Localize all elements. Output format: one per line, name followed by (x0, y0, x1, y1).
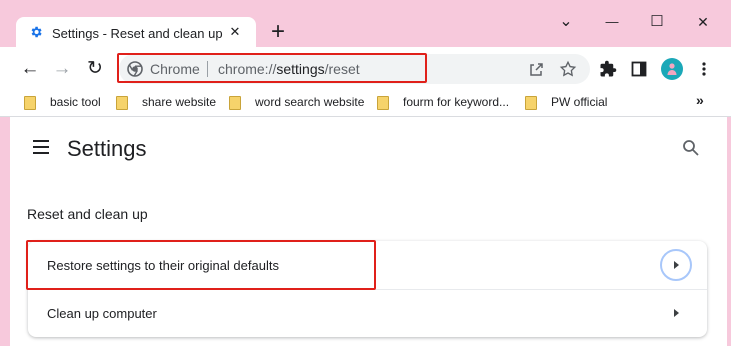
new-tab-button[interactable]: + (266, 20, 290, 45)
folder-icon (24, 95, 36, 110)
back-button[interactable]: ← (19, 58, 41, 80)
window-close-button[interactable]: ✕ (688, 10, 718, 34)
folder-icon (525, 95, 537, 110)
minimize-button[interactable]: — (597, 10, 627, 34)
bookmarks-overflow-icon[interactable]: » (696, 92, 704, 108)
bookmark-label: word search website (255, 95, 365, 109)
page-title: Settings (67, 136, 147, 161)
side-panel-icon[interactable] (631, 61, 647, 77)
folder-icon (116, 95, 128, 110)
star-icon[interactable] (559, 60, 577, 78)
bookmark-label: fourm for keyword... (403, 95, 510, 109)
extensions-icon[interactable] (599, 60, 617, 78)
tab-close-icon[interactable]: ✕ (224, 21, 246, 43)
reload-button[interactable]: ↻ (84, 58, 106, 80)
search-icon[interactable] (682, 139, 700, 157)
bookmark-label: share website (142, 95, 217, 109)
tab-title: Settings - Reset and clean up (52, 26, 223, 41)
folder-icon (229, 95, 241, 110)
bookmark-label: PW official (551, 95, 608, 109)
clean-up-computer-row[interactable]: Clean up computer (47, 306, 157, 321)
settings-gear-icon (31, 26, 42, 38)
section-title: Reset and clean up (27, 206, 148, 222)
bookmarks-bar (0, 88, 731, 117)
forward-button[interactable]: → (51, 58, 73, 80)
avatar-figure-icon (667, 63, 677, 75)
folder-icon (377, 95, 389, 110)
bookmark-label: basic tool (50, 95, 101, 109)
bookmark-item[interactable]: PW official (525, 93, 607, 111)
maximize-button[interactable]: ☐ (642, 10, 672, 34)
hamburger-menu-icon[interactable] (33, 140, 51, 154)
bookmark-item[interactable]: word search website (229, 93, 364, 111)
restore-highlight-box (26, 240, 376, 290)
share-icon[interactable] (528, 61, 544, 77)
tab-search-dropdown-icon[interactable]: ⌄ (551, 10, 581, 34)
chevron-right-icon (674, 261, 679, 269)
more-menu-icon[interactable] (698, 61, 710, 77)
bookmark-item[interactable]: fourm for keyword... (377, 93, 509, 111)
bookmark-item[interactable]: share website (116, 93, 216, 111)
chevron-right-icon[interactable] (674, 309, 679, 317)
window-edge (0, 117, 10, 346)
address-highlight-box (117, 53, 427, 83)
bookmark-item[interactable]: basic tool (24, 93, 101, 111)
